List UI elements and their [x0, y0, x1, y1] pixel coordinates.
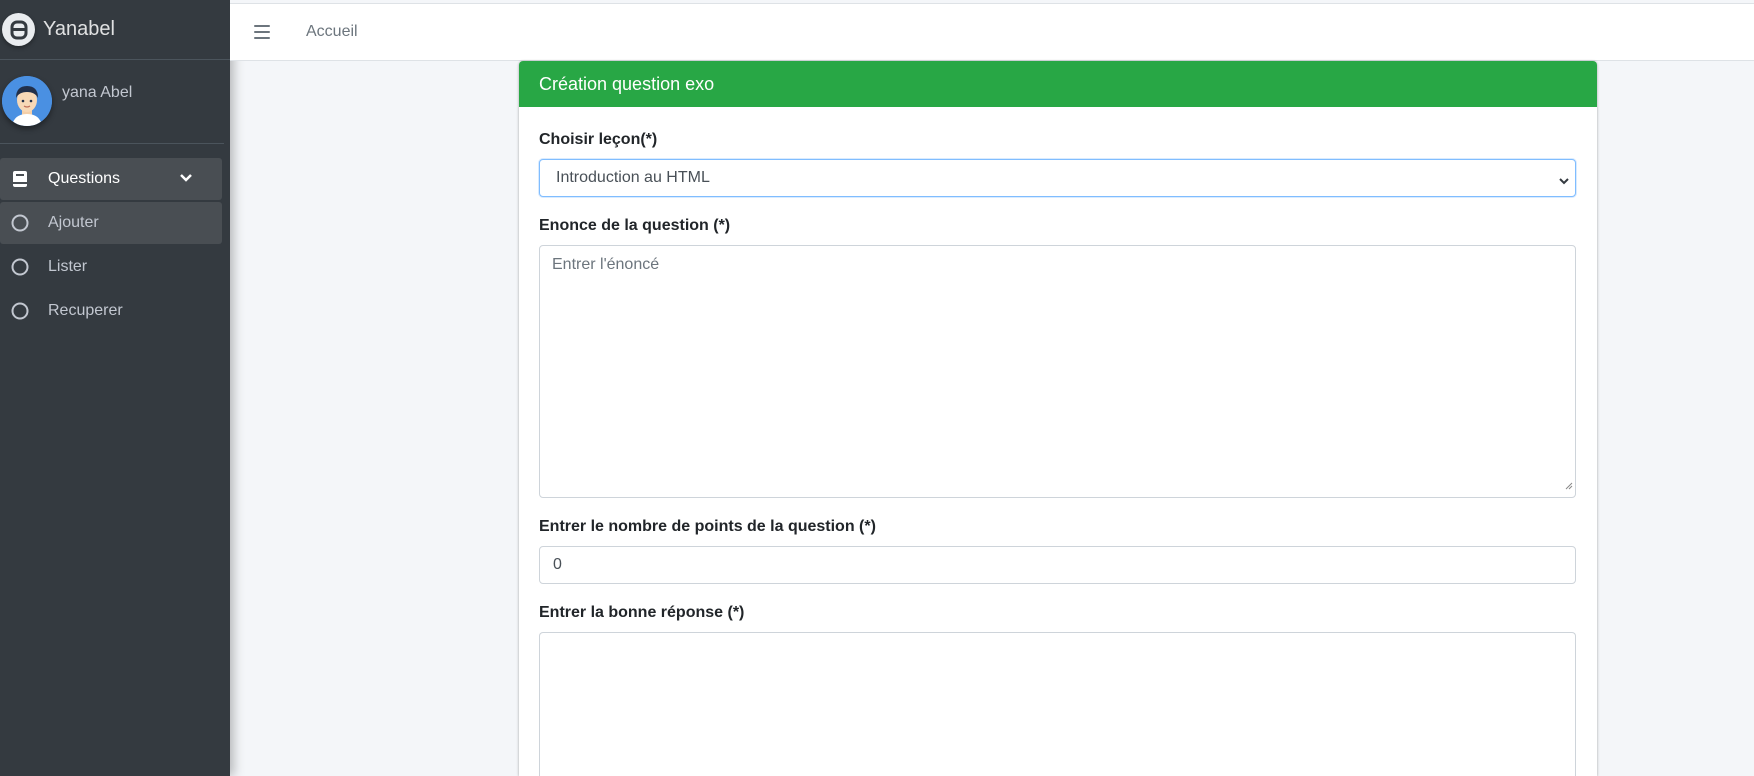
- sidebar-item-lister[interactable]: Lister: [0, 246, 222, 288]
- card-body: Choisir leçon(*) Introduction au HTML En…: [519, 107, 1597, 776]
- question-form-card: Création question exo Choisir leçon(*) I…: [519, 61, 1597, 776]
- user-panel: yana Abel: [0, 60, 224, 144]
- sidebar-item-recuperer[interactable]: Recuperer: [0, 290, 222, 332]
- points-label: Entrer le nombre de points de la questio…: [539, 518, 876, 535]
- answer-label: Entrer la bonne réponse (*): [539, 604, 745, 621]
- avatar[interactable]: [2, 76, 52, 126]
- sidebar-item-label: Recuperer: [48, 302, 123, 319]
- topbar: Accueil: [230, 4, 1754, 61]
- sidebar-item-ajouter[interactable]: Ajouter: [0, 202, 222, 244]
- points-input[interactable]: 0: [539, 546, 1576, 584]
- points-value: 0: [553, 556, 562, 573]
- breadcrumb-home[interactable]: Accueil: [306, 23, 358, 41]
- sidebar-item-label: Lister: [48, 258, 88, 275]
- user-name[interactable]: yana Abel: [62, 84, 132, 102]
- brand-logo-icon: [2, 13, 35, 46]
- statement-textarea[interactable]: Entrer l'énoncé: [539, 245, 1576, 498]
- answer-textarea[interactable]: [539, 632, 1576, 776]
- resize-grip-icon[interactable]: [1565, 477, 1573, 495]
- sidebar-nav: Questions Ajouter Lister Recuperer: [0, 144, 230, 332]
- menu-toggle-icon[interactable]: [254, 25, 270, 39]
- circle-icon: [10, 213, 30, 233]
- sidebar: Yanabel yana Abel Questions Ajouter List…: [0, 0, 230, 776]
- statement-placeholder: Entrer l'énoncé: [552, 256, 660, 273]
- statement-label: Enonce de la question (*): [539, 217, 731, 234]
- brand-link[interactable]: Yanabel: [0, 0, 230, 60]
- circle-icon: [10, 301, 30, 321]
- lesson-select-value: Introduction au HTML: [556, 169, 710, 186]
- chevron-down-icon: [1559, 172, 1569, 190]
- circle-icon: [10, 257, 30, 277]
- brand-text: Yanabel: [43, 18, 115, 40]
- book-icon: [10, 169, 30, 189]
- card-title: Création question exo: [519, 61, 1597, 107]
- sidebar-item-label: Questions: [48, 170, 121, 187]
- lesson-label: Choisir leçon(*): [539, 131, 658, 148]
- chevron-down-icon: [180, 170, 192, 188]
- sidebar-item-questions[interactable]: Questions: [0, 158, 222, 200]
- lesson-select[interactable]: Introduction au HTML: [539, 159, 1576, 197]
- sidebar-item-label: Ajouter: [48, 214, 99, 231]
